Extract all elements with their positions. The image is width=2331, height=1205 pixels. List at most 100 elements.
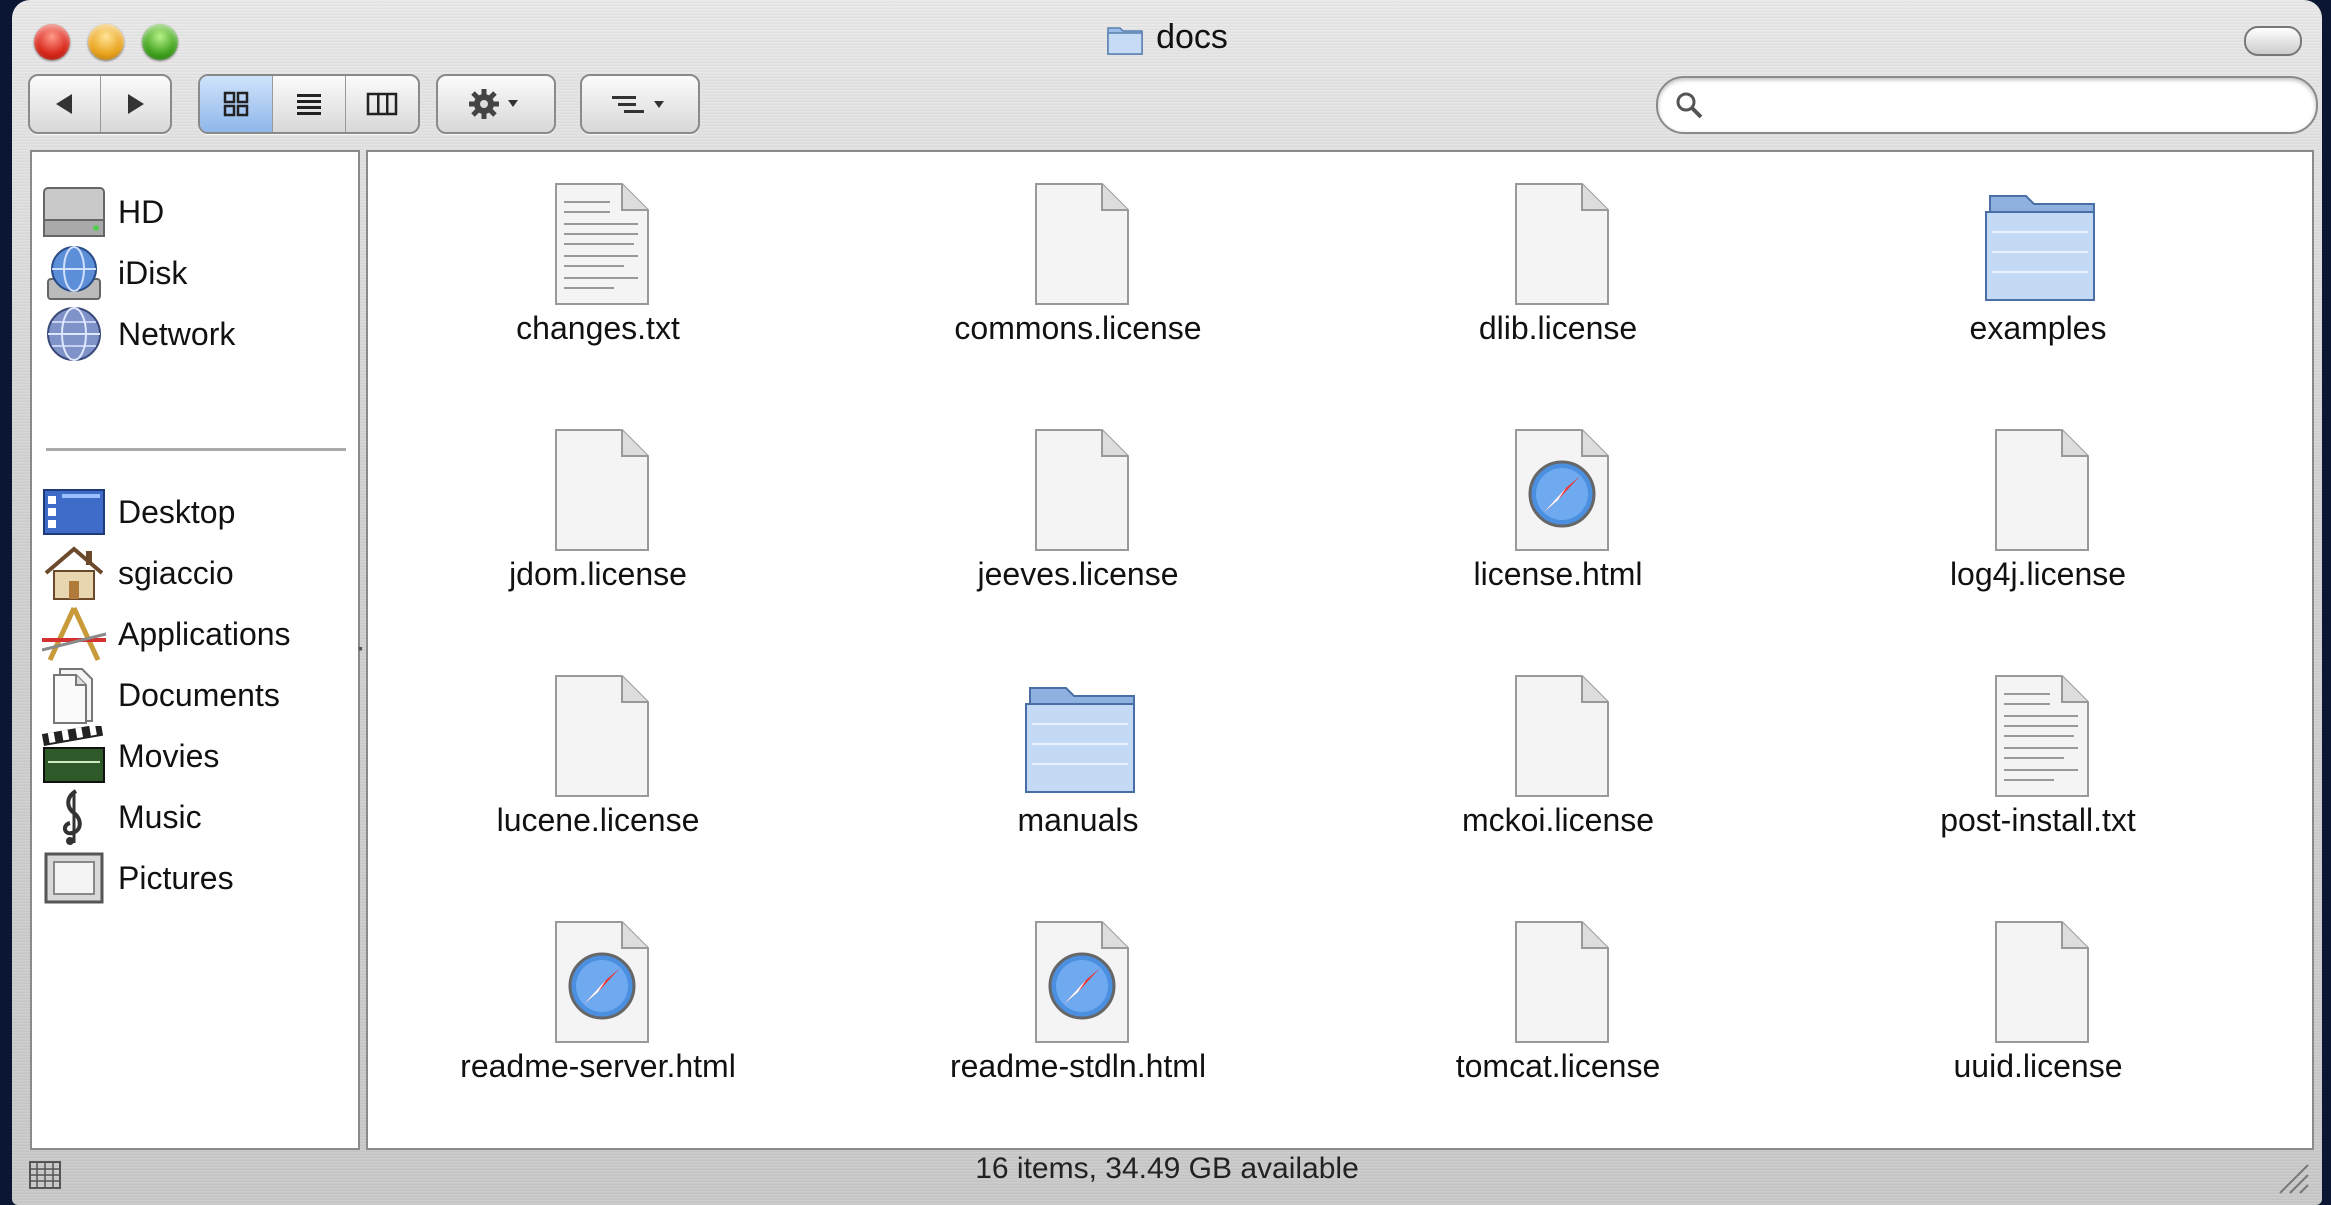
- sidebar-item-label: Applications: [118, 615, 291, 652]
- status-bar: 16 items, 34.49 GB available: [975, 1152, 1359, 1185]
- action-menu-content: [438, 76, 554, 132]
- resize-grip-icon[interactable]: [2274, 1159, 2310, 1195]
- file-name: jdom.license: [509, 556, 687, 592]
- hard-drive-icon: [36, 182, 112, 242]
- generic-document-icon: [1515, 675, 1609, 797]
- sidebar-item-label: Pictures: [118, 859, 234, 896]
- file-name: jeeves.license: [977, 556, 1179, 592]
- file-item[interactable]: readme-stdln.html: [848, 900, 1308, 1120]
- file-name: commons.license: [954, 310, 1202, 346]
- file-item[interactable]: uuid.license: [1808, 900, 2268, 1120]
- sidebar-splitter-handle[interactable]: ▪: [358, 640, 366, 656]
- file-item[interactable]: changes.txt: [368, 162, 828, 382]
- view-mode-group: [198, 74, 420, 134]
- sidebar-item-documents[interactable]: Documents: [36, 665, 280, 725]
- sidebar-item-music[interactable]: Music: [36, 787, 202, 847]
- file-icon-grid: changes.txt commons.license dlib.license…: [366, 150, 2314, 1150]
- file-name: mckoi.license: [1461, 802, 1655, 838]
- file-name: dlib.license: [1478, 310, 1638, 346]
- sidebar-separator: [46, 448, 346, 451]
- folder-icon: [1985, 195, 2095, 301]
- file-name: post-install.txt: [1940, 802, 2136, 838]
- folder-icon: [1107, 27, 1143, 55]
- file-item[interactable]: readme-server.html: [368, 900, 828, 1120]
- sidebar-item-label: Desktop: [118, 493, 236, 530]
- back-arrow-icon: [55, 94, 72, 114]
- sidebar-item-network[interactable]: Network: [36, 304, 235, 364]
- file-name: log4j.license: [1949, 556, 2127, 592]
- arrange-menu-content: [582, 76, 698, 132]
- home-icon: [36, 543, 112, 603]
- folder-item[interactable]: examples: [1808, 162, 2268, 382]
- idisk-icon: [36, 243, 112, 303]
- arrange-icon: [612, 96, 664, 113]
- text-document-icon: [555, 183, 649, 305]
- sidebar-item-pictures[interactable]: Pictures: [36, 848, 234, 908]
- search-field[interactable]: [1656, 76, 2318, 134]
- file-item[interactable]: log4j.license: [1808, 408, 2268, 628]
- arrange-menu-button[interactable]: [580, 74, 700, 134]
- search-icon: [1676, 92, 1703, 119]
- file-item[interactable]: post-install.txt: [1808, 654, 2268, 874]
- generic-document-icon: [1515, 183, 1609, 305]
- sidebar-item-home[interactable]: sgiaccio: [36, 543, 234, 603]
- forward-button[interactable]: [101, 76, 171, 132]
- file-item[interactable]: commons.license: [848, 162, 1308, 382]
- sidebar-item-movies[interactable]: Movies: [36, 726, 219, 786]
- generic-document-icon: [1995, 921, 2089, 1043]
- safari-html-document-icon: [1515, 429, 1609, 551]
- sidebar-item-label: Network: [118, 315, 236, 352]
- network-globe-icon: [36, 304, 112, 364]
- column-view-button[interactable]: [346, 76, 418, 132]
- file-name: uuid.license: [1953, 1048, 2123, 1084]
- back-button[interactable]: [30, 76, 101, 132]
- gear-icon: [469, 89, 518, 119]
- file-item[interactable]: dlib.license: [1328, 162, 1788, 382]
- file-name: tomcat.license: [1455, 1048, 1661, 1084]
- sidebar-item-desktop[interactable]: Desktop: [36, 482, 235, 542]
- icon-view-icon: [223, 91, 249, 117]
- icon-view-button[interactable]: [200, 76, 273, 132]
- sidebar-item-label: Movies: [118, 737, 220, 774]
- generic-document-icon: [1515, 921, 1609, 1043]
- folder-item[interactable]: manuals: [848, 654, 1308, 874]
- applications-icon: [36, 604, 112, 664]
- action-menu-button[interactable]: [436, 74, 556, 134]
- file-item[interactable]: tomcat.license: [1328, 900, 1788, 1120]
- toolbar-toggle-button[interactable]: [2244, 26, 2302, 56]
- file-name: lucene.license: [496, 802, 700, 838]
- pictures-frame-icon: [36, 848, 112, 908]
- folder-icon: [1025, 687, 1135, 793]
- generic-document-icon: [555, 429, 649, 551]
- file-name: readme-stdln.html: [949, 1048, 1207, 1084]
- desktop-icon: [36, 482, 112, 542]
- text-document-icon: [1995, 675, 2089, 797]
- nav-button-group: [28, 74, 172, 134]
- file-item[interactable]: jdom.license: [368, 408, 828, 628]
- sidebar-item-idisk[interactable]: iDisk: [36, 243, 187, 303]
- file-item[interactable]: lucene.license: [368, 654, 828, 874]
- generic-document-icon: [1035, 429, 1129, 551]
- finder-window: docs HD iDisk Network Desktop sgiaccio A…: [12, 0, 2322, 1205]
- file-name: license.html: [1473, 556, 1643, 592]
- sidebar-item-label: iDisk: [118, 254, 188, 291]
- documents-icon: [36, 665, 112, 725]
- sidebar-item-applications[interactable]: Applications: [36, 604, 291, 664]
- movies-clapper-icon: [36, 726, 112, 786]
- column-view-icon: [366, 92, 398, 116]
- search-input[interactable]: [1716, 86, 2300, 124]
- file-item[interactable]: mckoi.license: [1328, 654, 1788, 874]
- music-clef-icon: [36, 787, 112, 847]
- file-name: manuals: [1017, 802, 1139, 838]
- list-view-button[interactable]: [273, 76, 346, 132]
- sidebar: HD iDisk Network Desktop sgiaccio Applic…: [30, 150, 360, 1150]
- sidebar-item-label: HD: [118, 193, 165, 230]
- safari-html-document-icon: [555, 921, 649, 1043]
- generic-document-icon: [1995, 429, 2089, 551]
- sidebar-item-hd[interactable]: HD: [36, 182, 164, 242]
- sidebar-item-label: sgiaccio: [118, 554, 234, 591]
- file-item[interactable]: license.html: [1328, 408, 1788, 628]
- file-item[interactable]: jeeves.license: [848, 408, 1308, 628]
- file-name: examples: [1969, 310, 2107, 346]
- window-title-bar: docs: [12, 18, 2322, 57]
